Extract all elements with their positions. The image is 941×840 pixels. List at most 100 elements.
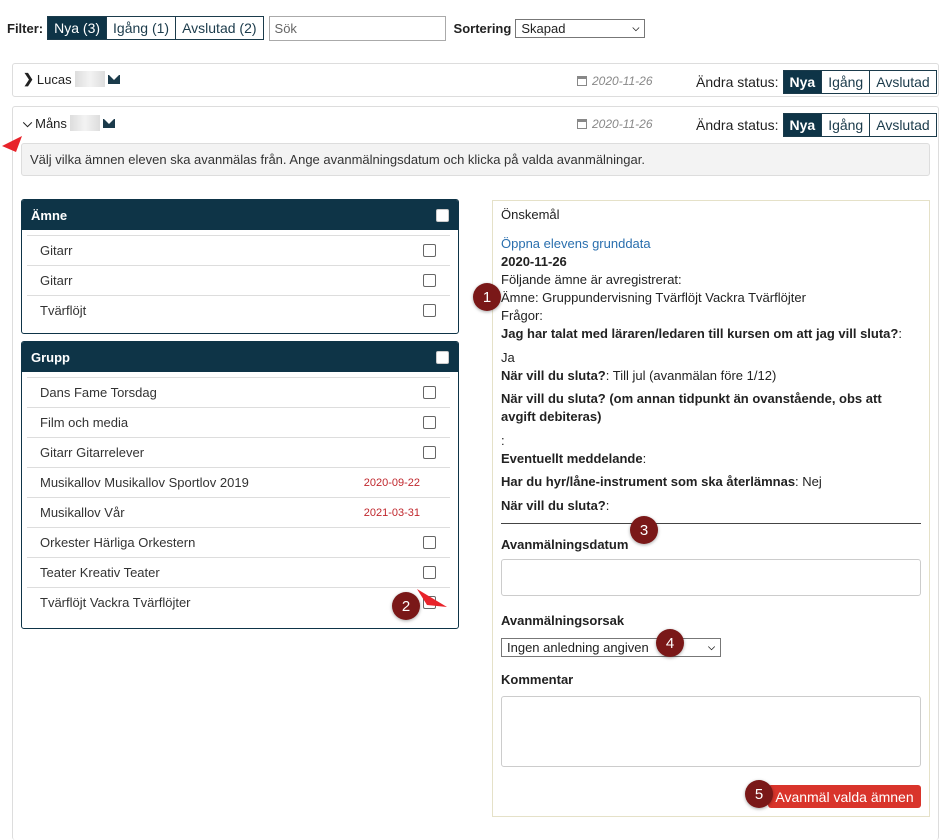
mail-icon[interactable] (102, 118, 115, 128)
answer-3: : (501, 433, 505, 448)
sort-select[interactable]: Skapad ⌵ (515, 18, 646, 38)
question-1-colon: : (898, 326, 902, 341)
question-3: När vill du sluta? (om annan tidpunkt än… (501, 391, 882, 424)
list-item: Gitarr (27, 265, 450, 295)
request-panel: Önskemål Öppna elevens grunddata 2020-11… (492, 200, 930, 817)
answer-6: : (605, 498, 610, 513)
list-item-label: Film och media (40, 415, 129, 430)
comment-textarea[interactable] (501, 696, 921, 767)
status-group: Ändra status: Nya Igång Avslutad (696, 113, 937, 137)
status-avslutad-button[interactable]: Avslutad (869, 113, 937, 137)
status-avslutad-button[interactable]: Avslutad (869, 70, 937, 94)
subjects-header-label: Ämne (31, 207, 68, 223)
comment-label: Kommentar (501, 672, 574, 687)
question-1-text: Jag har talat med läraren/ledaren till k… (501, 326, 899, 341)
subjects-header: Ämne (22, 200, 458, 230)
status-label: Ändra status: (696, 117, 779, 133)
reason-select[interactable]: Ingen anledning angiven ⌵ (501, 638, 721, 657)
sort-label: Sortering (453, 20, 512, 36)
student-row-lucas[interactable]: ❯ Lucas 2020-11-26 Ändra status: Nya Igå… (12, 63, 939, 97)
question-4-text: Eventuellt meddelande (501, 451, 643, 466)
list-item: Teater Kreativ Teater (27, 557, 450, 587)
list-item-checkbox[interactable] (423, 566, 436, 579)
list-item-checkbox[interactable] (423, 386, 436, 399)
list-item-label: Musikallov Vår (40, 505, 125, 520)
question-4: Eventuellt meddelande: (501, 450, 646, 468)
status-nya-button[interactable]: Nya (782, 70, 823, 94)
request-date: 2020-11-26 (501, 254, 567, 269)
list-item: Gitarr Gitarrelever (27, 437, 450, 467)
question-6: När vill du sluta?: (501, 497, 609, 515)
filter-label: Filter: (7, 20, 44, 36)
subjects-select-all-checkbox[interactable] (436, 208, 449, 222)
sort-select-value: Skapad (521, 20, 566, 36)
instruction-box: Välj vilka ämnen eleven ska avanmälas fr… (21, 143, 930, 176)
question-5-text: Har du hyr/låne-instrument som ska återl… (501, 474, 796, 489)
filter-tab-nya[interactable]: Nya (3) (47, 16, 108, 40)
request-title: Önskemål (501, 207, 560, 222)
list-item-label: Tvärflöjt (40, 303, 87, 318)
list-item-label: Gitarr (40, 243, 73, 258)
status-group: Ändra status: Nya Igång Avslutad (696, 70, 937, 94)
status-label: Ändra status: (696, 74, 779, 90)
student-name-group: ⌵ Måns (23, 115, 115, 131)
list-item-checkbox[interactable] (423, 416, 436, 429)
student-date: 2020-11-26 (577, 74, 653, 88)
list-item-checkbox[interactable] (423, 304, 436, 317)
date-input[interactable] (501, 559, 921, 596)
student-name: Måns (35, 115, 67, 131)
request-questions-label: Frågor: (501, 308, 543, 323)
date-label: Avanmälningsdatum (501, 537, 629, 552)
calendar-icon (577, 76, 587, 86)
filter-tabs: Nya (3) Igång (1) Avslutad (2) (47, 16, 264, 40)
list-item: Film och media (27, 407, 450, 437)
status-igang-button[interactable]: Igång (821, 113, 871, 137)
blurred-name (69, 115, 100, 131)
student-date: 2020-11-26 (577, 117, 653, 131)
callout-badge-5: 5 (745, 780, 773, 808)
list-item: Musikallov Musikallov Sportlov 2019 2020-… (27, 467, 450, 497)
groups-select-all-checkbox[interactable] (436, 350, 449, 364)
list-item-checkbox[interactable] (423, 446, 436, 459)
status-buttons: Nya Igång Avslutad (782, 113, 937, 137)
answer-5: : Nej (795, 474, 822, 489)
filter-tab-igang[interactable]: Igång (1) (106, 16, 177, 40)
status-nya-button[interactable]: Nya (782, 113, 823, 137)
mail-icon[interactable] (107, 74, 120, 84)
list-item-label: Musikallov Musikallov Sportlov 2019 (40, 475, 249, 490)
chevron-right-icon[interactable]: ❯ (23, 71, 34, 87)
reason-select-value: Ingen anledning angiven (507, 640, 649, 655)
student-date-text: 2020-11-26 (592, 74, 653, 88)
chevron-down-icon[interactable]: ⌵ (23, 116, 32, 131)
list-item-label: Gitarr (40, 273, 73, 288)
answer-2: : Till jul (avanmälan före 1/12) (605, 368, 777, 383)
search-input[interactable] (268, 15, 446, 41)
groups-card: Grupp Dans Fame Torsdag Film och media G… (21, 341, 459, 629)
list-item: Tvärflöjt (27, 295, 450, 325)
groups-header: Grupp (22, 342, 458, 372)
chevron-down-icon: ⌵ (632, 22, 640, 33)
list-item-date: 2021-03-31 (363, 506, 420, 519)
list-item: Orkester Härliga Orkestern (27, 527, 450, 557)
reason-label: Avanmälningsorsak (501, 613, 625, 628)
list-item-label: Dans Fame Torsdag (40, 385, 157, 400)
callout-badge-4: 4 (656, 629, 684, 657)
list-item-label: Gitarr Gitarrelever (40, 445, 145, 460)
chevron-down-icon: ⌵ (708, 642, 715, 652)
list-item-checkbox[interactable] (423, 536, 436, 549)
divider (501, 523, 921, 524)
status-igang-button[interactable]: Igång (821, 70, 871, 94)
list-item: Gitarr (27, 235, 450, 265)
subjects-card: Ämne Gitarr Gitarr Tvärflöjt (21, 199, 459, 334)
list-item: Tvärflöjt Vackra Tvärflöjter (27, 587, 450, 617)
list-item-checkbox[interactable] (423, 244, 436, 257)
filter-tab-avslutad[interactable]: Avslutad (2) (175, 16, 264, 40)
question-2: När vill du sluta?: Till jul (avanmälan … (501, 367, 776, 385)
list-item-label: Tvärflöjt Vackra Tvärflöjter (40, 595, 191, 610)
submit-button[interactable]: Avanmäl valda ämnen (768, 785, 921, 808)
request-subject: Ämne: Gruppundervisning Tvärflöjt Vackra… (501, 290, 806, 305)
question-6-text: När vill du sluta? (501, 498, 606, 513)
list-item: Musikallov Vår 2021-03-31 (27, 497, 450, 527)
list-item-checkbox[interactable] (423, 274, 436, 287)
open-student-data-link[interactable]: Öppna elevens grunddata (501, 235, 651, 253)
